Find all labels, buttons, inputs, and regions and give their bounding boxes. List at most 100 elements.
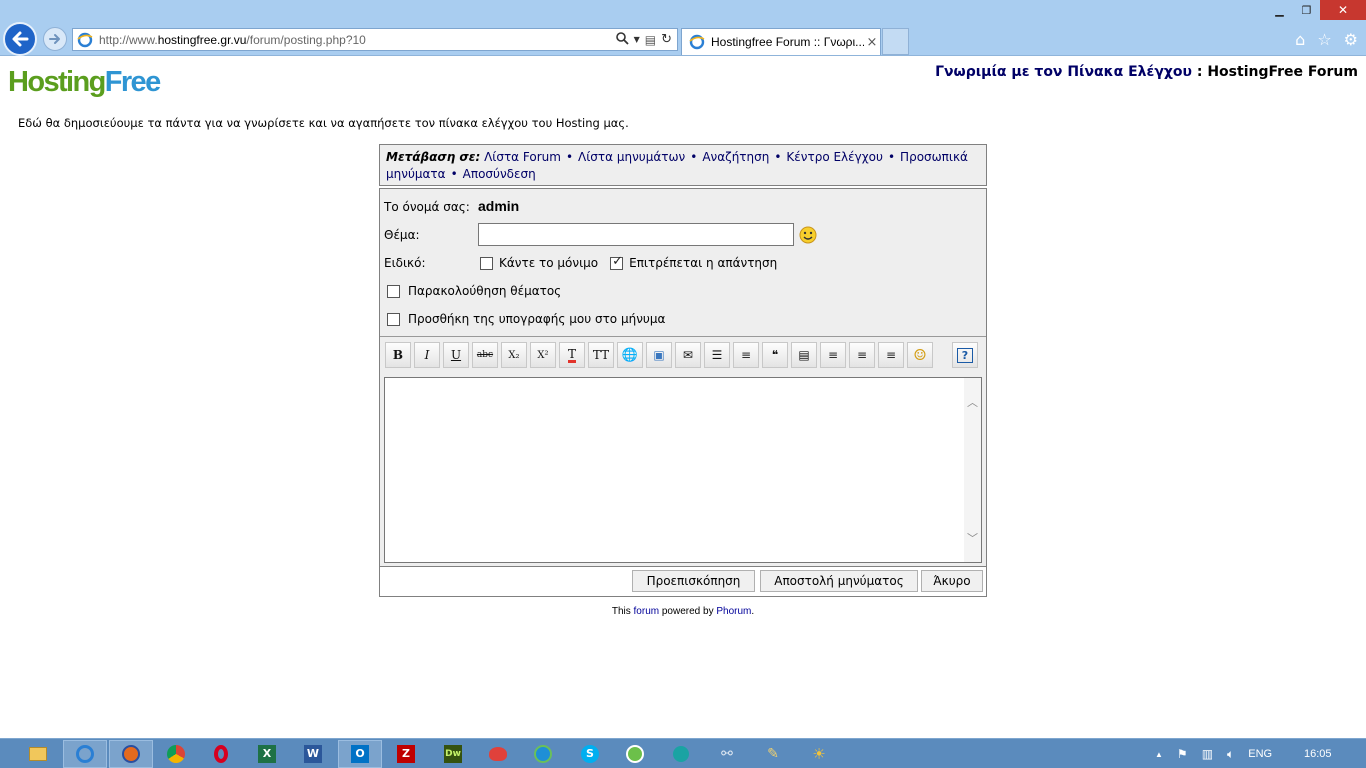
taskbar-ie[interactable] <box>63 740 107 768</box>
restore-button[interactable]: ❐ <box>1293 0 1320 20</box>
superscript-button[interactable]: X² <box>530 342 556 368</box>
allow-reply-checkbox[interactable] <box>610 254 624 270</box>
smiley-icon[interactable] <box>799 226 817 247</box>
link-button[interactable]: 🌐 <box>617 342 643 368</box>
strikethrough-button[interactable]: abc <box>472 342 498 368</box>
message-body-textarea[interactable]: ︿ ﹀ <box>384 377 982 563</box>
username-label: Το όνομά σας: <box>384 200 470 214</box>
code-button[interactable]: ▤ <box>791 342 817 368</box>
cancel-button[interactable]: Άκυρο <box>921 570 983 592</box>
taskbar-opera[interactable] <box>199 740 243 768</box>
paint-icon <box>489 747 507 761</box>
volume-icon[interactable]: 🔈︎ <box>1227 747 1234 762</box>
toolbar-divider <box>380 336 986 337</box>
minimize-button[interactable]: ▁ <box>1266 0 1293 20</box>
quote-button[interactable]: ❝ <box>762 342 788 368</box>
close-window-button[interactable]: ✕ <box>1320 0 1366 20</box>
clock[interactable]: 16:05 <box>1304 739 1332 768</box>
back-button[interactable] <box>3 22 37 56</box>
underline-button[interactable]: U <box>443 342 469 368</box>
taskbar-word[interactable]: W <box>291 740 335 768</box>
forward-button[interactable] <box>43 27 67 51</box>
word-icon: W <box>304 745 322 763</box>
taskbar-app-teal[interactable] <box>659 740 703 768</box>
scroll-down-icon[interactable]: ﹀ <box>967 530 978 546</box>
taskbar-skype[interactable]: S <box>568 740 612 768</box>
help-button[interactable]: ? <box>952 342 978 368</box>
numbered-list-button[interactable]: ≡ <box>733 342 759 368</box>
text-size-button[interactable]: TT <box>588 342 614 368</box>
section-title: Γνωριμία με τον Πίνακα Ελέγχου <box>935 64 1192 80</box>
send-message-button[interactable]: Αποστολή μηνύματος <box>760 570 918 592</box>
taskbar-app-green[interactable] <box>613 740 657 768</box>
preview-button[interactable]: Προεπισκόπηση <box>632 570 755 592</box>
language-indicator[interactable]: ENG <box>1248 748 1272 760</box>
smiley-button[interactable]: ☺ <box>907 342 933 368</box>
flag-icon[interactable]: ⚑ <box>1177 747 1188 761</box>
favorites-star-icon[interactable]: ☆ <box>1317 30 1331 49</box>
compatibility-view-icon[interactable]: ▤ <box>645 33 656 47</box>
new-tab-button[interactable] <box>882 28 909 55</box>
align-center-button[interactable]: ≡ <box>849 342 875 368</box>
dreamweaver-icon: Dw <box>444 745 462 763</box>
text-color-button[interactable]: T <box>559 342 585 368</box>
tools-icon: ✎ <box>767 746 779 762</box>
follow-topic-checkbox[interactable] <box>387 284 400 298</box>
tab-title: Hostingfree Forum :: Γνωρι... <box>711 35 864 49</box>
nav-link-message-list[interactable]: Λίστα μηνυμάτων <box>578 150 685 164</box>
image-button[interactable]: ▣ <box>646 342 672 368</box>
footer-middle: powered by <box>661 606 714 617</box>
header-separator: : <box>1196 64 1203 80</box>
taskbar-filezilla[interactable]: Z <box>384 740 428 768</box>
subscript-button[interactable]: X₂ <box>501 342 527 368</box>
taskbar-chrome[interactable] <box>154 740 198 768</box>
tab-close-icon[interactable]: × <box>864 35 880 50</box>
refresh-icon[interactable]: ↻ <box>661 32 672 47</box>
add-signature-checkbox[interactable] <box>387 312 400 326</box>
scroll-up-icon[interactable]: ︿ <box>967 394 978 410</box>
taskbar-app-globe[interactable] <box>521 740 565 768</box>
align-right-button[interactable]: ≡ <box>878 342 904 368</box>
powered-by-footer: This forum powered by Phorum. <box>0 606 1366 617</box>
bullet-list-button[interactable]: ☰ <box>704 342 730 368</box>
forum-link[interactable]: forum <box>634 606 660 617</box>
taskbar-excel[interactable]: X <box>245 740 289 768</box>
follow-topic-option: Παρακολούθηση θέματος <box>387 284 561 298</box>
bold-button[interactable]: B <box>385 342 411 368</box>
taskbar-app-network[interactable]: ⚯ <box>705 740 749 768</box>
nav-link-control-center[interactable]: Κέντρο Ελέγχου <box>786 150 883 164</box>
hostingfree-logo[interactable]: HostingFree <box>8 66 161 99</box>
tray-expand-icon[interactable]: ▲ <box>1155 750 1163 759</box>
dropdown-arrow-icon[interactable]: ▼ <box>634 35 640 44</box>
textarea-scrollbar[interactable]: ︿ ﹀ <box>964 378 981 562</box>
underline-icon: U <box>450 348 462 362</box>
taskbar-app-paint[interactable] <box>476 740 520 768</box>
taskbar-app-weather[interactable]: ☀ <box>797 740 841 768</box>
align-left-button[interactable]: ≡ <box>820 342 846 368</box>
sticky-label: Κάντε το μόνιμο <box>499 256 599 270</box>
email-button[interactable]: ✉ <box>675 342 701 368</box>
special-label: Ειδικό: <box>384 256 426 270</box>
settings-gear-icon[interactable]: ⚙ <box>1344 30 1358 49</box>
taskbar-explorer[interactable] <box>16 740 60 768</box>
taskbar-dreamweaver[interactable]: Dw <box>431 740 475 768</box>
network-status-icon[interactable]: ▥ <box>1202 747 1213 761</box>
sticky-checkbox[interactable] <box>480 256 493 270</box>
help-icon: ? <box>956 347 974 363</box>
italic-button[interactable]: I <box>414 342 440 368</box>
nav-link-search[interactable]: Αναζήτηση <box>702 150 769 164</box>
taskbar-firefox[interactable] <box>109 740 153 768</box>
taskbar-app-tools[interactable]: ✎ <box>751 740 795 768</box>
home-icon[interactable]: ⌂ <box>1295 30 1305 49</box>
firefox-icon <box>122 745 140 763</box>
nav-link-logout[interactable]: Αποσύνδεση <box>463 167 536 181</box>
taskbar-outlook[interactable]: O <box>338 740 382 768</box>
nav-separator: • <box>690 150 698 164</box>
phorum-link[interactable]: Phorum <box>716 606 751 617</box>
address-bar[interactable]: http://www.hostingfree.gr.vu/forum/posti… <box>72 28 678 51</box>
subject-input[interactable] <box>478 223 794 246</box>
arrow-left-icon <box>12 31 29 47</box>
browser-tab[interactable]: Hostingfree Forum :: Γνωρι... × <box>681 28 881 55</box>
nav-link-forum-list[interactable]: Λίστα Forum <box>484 150 561 164</box>
search-icon[interactable] <box>615 31 629 48</box>
